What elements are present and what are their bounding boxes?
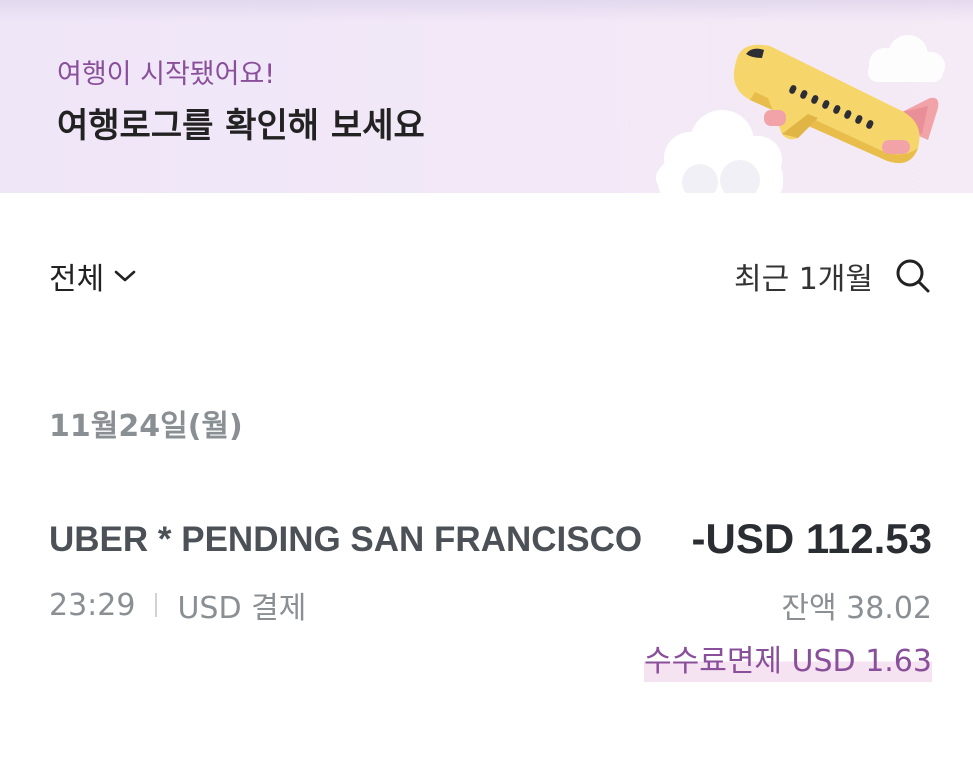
banner-title: 여행로그를 확인해 보세요: [57, 106, 425, 146]
period-filter-label[interactable]: 최근 1개월: [734, 254, 873, 298]
transaction-row[interactable]: UBER * PENDING SAN FRANCISCO -USD 112.53…: [0, 505, 973, 685]
banner-subtitle: 여행이 시작됐어요!: [57, 59, 276, 90]
transaction-date-header: 11월24일(월): [49, 409, 243, 444]
cloud-icon: [868, 35, 945, 82]
transaction-amount: -USD 112.53: [691, 515, 932, 562]
period-filter: 최근 1개월: [734, 254, 931, 298]
category-filter-dropdown[interactable]: 전체: [49, 254, 136, 298]
chevron-down-icon: [114, 270, 136, 282]
cloud-icon: [656, 110, 783, 193]
airplane-illustration: [656, 35, 945, 193]
search-icon[interactable]: [895, 258, 931, 294]
transaction-type: USD 결제: [177, 591, 307, 626]
transaction-fee-waiver: 수수료면제 USD 1.63: [644, 636, 932, 682]
transaction-merchant: UBER * PENDING SAN FRANCISCO: [49, 520, 643, 559]
transaction-balance: 잔액 38.02: [781, 591, 932, 626]
transaction-meta: 23:29 USD 결제: [49, 583, 306, 627]
travel-log-banner[interactable]: 여행이 시작됐어요! 여행로그를 확인해 보세요: [0, 0, 973, 193]
meta-divider: [155, 593, 158, 617]
category-filter-label: 전체: [49, 262, 105, 297]
transaction-time: 23:29: [49, 587, 136, 623]
